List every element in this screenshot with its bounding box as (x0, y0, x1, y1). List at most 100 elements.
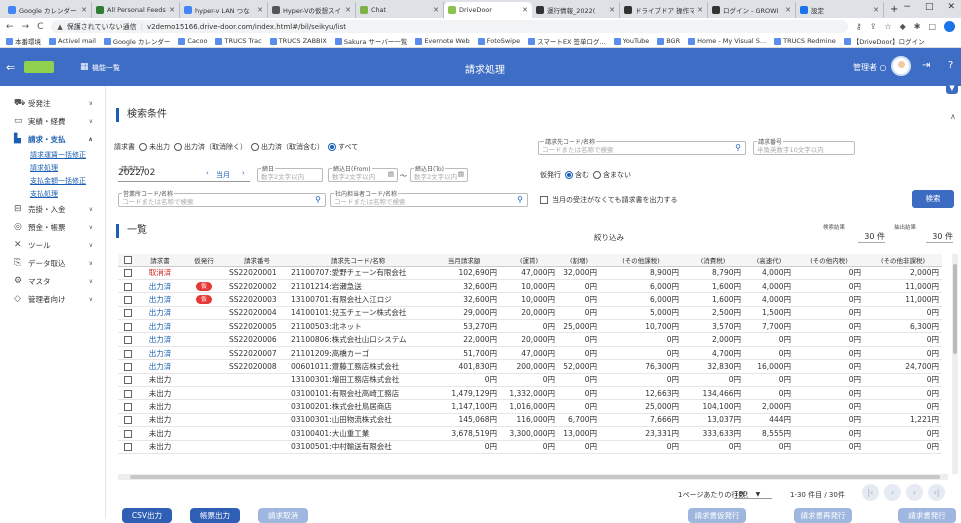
browser-tab[interactable]: Google カレンダー - ✕ (4, 2, 92, 18)
help-icon[interactable]: ? (948, 60, 953, 71)
table-row[interactable]: 未出力 03100301:山田物流株式会社 145,068円 116,000円 6,70… (118, 413, 942, 428)
last-page-icon[interactable]: ›| (928, 484, 945, 501)
sidebar-item-billing[interactable]: ▙ 請求・支払 ∧ (0, 130, 105, 148)
column-header[interactable]: (割増) (558, 254, 600, 267)
radio-issued-excl[interactable]: 出力済（取消除く） (174, 142, 247, 152)
back-arrow-icon[interactable]: ⇐ (6, 61, 15, 74)
column-header[interactable]: 請求番号 (226, 254, 288, 267)
first-page-icon[interactable]: |‹ (862, 484, 879, 501)
browser-tab[interactable]: ログイン - GROWI ✕ (708, 2, 796, 18)
row-checkbox[interactable] (118, 332, 138, 347)
calendar-icon[interactable]: ▤ (388, 170, 394, 178)
new-tab-button[interactable]: + (890, 2, 898, 18)
bookmark-item[interactable]: Google カレンダー (103, 36, 170, 46)
row-checkbox[interactable] (118, 413, 138, 428)
column-header[interactable]: 仮発行 (182, 254, 226, 267)
bookmark-item[interactable]: Cacoo (178, 37, 207, 45)
browser-tab[interactable]: Chat ✕ (356, 2, 444, 18)
sidepanel-icon[interactable]: □ (928, 22, 936, 31)
bookmark-item[interactable]: Activel mail (49, 37, 96, 45)
sidebar-sub-payment[interactable]: 支払処理 (0, 187, 105, 200)
row-checkbox[interactable] (118, 319, 138, 334)
provisional-issue-button[interactable]: 請求書仮発行 (688, 508, 746, 523)
sidebar-item-receivables[interactable]: ⊟ 売掛・入金 ∨ (0, 200, 105, 218)
reload-icon[interactable]: C (37, 22, 43, 32)
forward-icon[interactable]: → (22, 22, 30, 32)
close-tab-icon[interactable]: ✕ (345, 6, 351, 14)
table-row[interactable]: 未出力 03100401:大山重工業 3,678,519円 3,300,000円 13,… (118, 426, 942, 441)
sidebar-item-results[interactable]: ▭ 実績・経費 ∨ (0, 112, 105, 130)
menu-label[interactable]: 機能一覧 (92, 63, 120, 73)
url-input[interactable]: ▲ 保護されていない通信 | v2demo15166.drive-door.co… (51, 20, 848, 33)
row-checkbox[interactable] (118, 440, 138, 454)
maximize-button[interactable]: □ (925, 2, 934, 12)
table-row[interactable]: 出力済 SS22020005 21100503:北ネット 53,270円 0円 25,00… (118, 319, 942, 334)
admin-label[interactable]: 管理者 ○ (853, 62, 887, 73)
row-checkbox[interactable] (118, 279, 138, 294)
row-checkbox[interactable] (118, 373, 138, 388)
reissue-button[interactable]: 請求書再発行 (794, 508, 852, 523)
close-tab-icon[interactable]: ✕ (785, 6, 791, 14)
browser-tab[interactable]: ドライブドア 操作マ ✕ (620, 2, 708, 18)
browser-tab[interactable]: Hyper-Vの仮想スイ ✕ (268, 2, 356, 18)
radio-all[interactable]: すべて (328, 142, 358, 152)
radio-include[interactable]: 含む (565, 170, 589, 180)
sidebar-item-master[interactable]: ⚙ マスタ ∨ (0, 272, 105, 290)
bookmark-item[interactable]: スマートEX 签单ログ... (528, 36, 606, 46)
search-button[interactable]: 検索 (912, 190, 954, 208)
sidebar-item-order[interactable]: ⛟ 受発注 ∨ (0, 94, 105, 112)
close-tab-icon[interactable]: ✕ (81, 6, 87, 14)
bookmark-item[interactable]: TRUCS ZABBIX (269, 37, 327, 45)
column-header[interactable]: (その他非課税) (864, 254, 942, 267)
table-row[interactable]: 未出力 03100201:株式会社鳥居商店 1,147,100円 1,016,000円… (118, 399, 942, 414)
month-field[interactable]: 2022/02 ‹ 当月 › (118, 168, 250, 182)
column-header[interactable]: (消費税) (682, 254, 744, 267)
row-checkbox[interactable] (118, 346, 138, 361)
extension-icon[interactable]: ◆ (900, 22, 906, 31)
rows-per-page-select[interactable]: 100 ▼ (734, 490, 772, 499)
next-page-icon[interactable]: › (906, 484, 923, 501)
bookmark-item[interactable]: Sakura サーバー一覧 (334, 36, 407, 46)
close-tab-icon[interactable]: ✕ (697, 6, 703, 14)
close-tab-icon[interactable]: ✕ (169, 6, 175, 14)
sidebar-sub-billing[interactable]: 請求処理 (0, 161, 105, 174)
bookmark-item[interactable]: TRUCS Redmine (774, 37, 836, 45)
prev-page-icon[interactable]: ‹ (884, 484, 901, 501)
key-icon[interactable]: ⚷ (856, 22, 862, 31)
sidebar-item-import[interactable]: ⎘ データ取込 ∨ (0, 254, 105, 272)
row-checkbox[interactable] (118, 426, 138, 441)
close-tab-icon[interactable]: ✕ (433, 6, 439, 14)
radio-unissued[interactable]: 未出力 (139, 142, 170, 152)
sidebar-item-tools[interactable]: ✕ ツール ∨ (0, 236, 105, 254)
sidebar-sub-bulk-fare[interactable]: 請求運賃一括修正 (0, 148, 105, 161)
close-tab-icon[interactable]: ✕ (609, 6, 615, 14)
row-checkbox[interactable] (118, 359, 138, 374)
collapse-search-icon[interactable]: ∧ (950, 112, 956, 121)
logout-icon[interactable]: ⇥ (922, 60, 930, 71)
sidebar-item-admin[interactable]: ◇ 管理者向け ∨ (0, 290, 105, 308)
column-header[interactable]: 当月請求額 (428, 254, 500, 267)
next-month-icon[interactable]: › (242, 169, 245, 177)
table-row[interactable]: 未出力 03100501:中村輸送有限会社 0円 0円 0円 0円 0円 0円 0円 0円 (118, 440, 942, 454)
sidebar-item-deposit[interactable]: ◎ 預金・帳票 ∨ (0, 218, 105, 236)
star-icon[interactable]: ☆ (884, 22, 891, 31)
column-header[interactable]: (高速代) (744, 254, 794, 267)
table-row[interactable]: 取消済 SS22020001 21100707:愛野チェーン有限会社 102,690円… (118, 266, 942, 280)
row-checkbox[interactable] (118, 399, 138, 414)
csv-export-button[interactable]: CSV出力 (122, 508, 172, 523)
row-checkbox[interactable] (118, 292, 138, 307)
row-checkbox[interactable] (118, 386, 138, 401)
profile-avatar[interactable] (944, 21, 955, 32)
search-icon[interactable]: ⚲ (517, 195, 523, 204)
bookmark-item[interactable]: TRUCS Trac (215, 37, 262, 45)
search-icon[interactable]: ⚲ (315, 195, 321, 204)
browser-tab[interactable]: 設定 ✕ (796, 2, 884, 18)
row-checkbox[interactable] (118, 306, 138, 321)
table-row[interactable]: 出力済 SS22020006 21100806:株式会社山口システム 22,000円 2… (118, 332, 942, 347)
browser-tab[interactable]: 運行情報_2022(✕ (532, 2, 620, 18)
table-row[interactable]: 出力済 SS22020007 21101209:高橋カーゴ 51,700円 47,000… (118, 346, 942, 361)
drivedoor-logo[interactable] (24, 61, 54, 73)
user-avatar[interactable] (891, 56, 911, 76)
table-row[interactable]: 出力済 仮 SS22020003 13100701:有限会社入江ロジ 32,600円 10… (118, 292, 942, 307)
radio-exclude[interactable]: 含まない (593, 170, 631, 180)
